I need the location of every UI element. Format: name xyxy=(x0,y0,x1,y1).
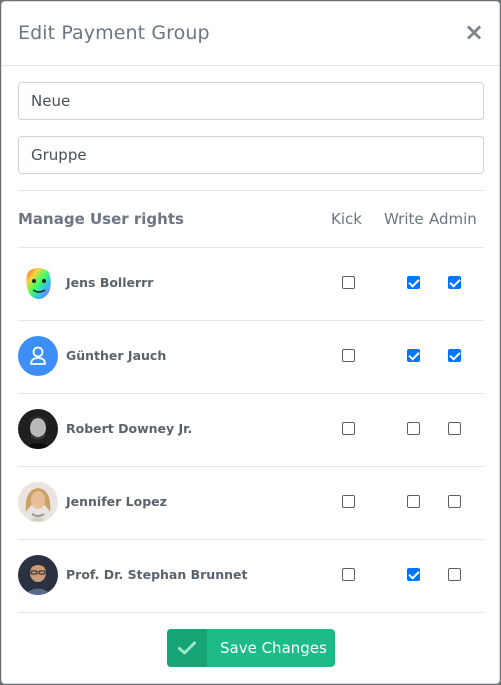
avatar xyxy=(18,263,58,303)
admin-checkbox[interactable] xyxy=(448,349,461,362)
default-user-icon xyxy=(18,336,58,376)
avatar xyxy=(18,482,58,522)
user-name: Robert Downey Jr. xyxy=(66,421,193,436)
close-button[interactable]: × xyxy=(463,18,485,46)
write-checkbox[interactable] xyxy=(407,422,420,435)
user-row-robert-downey-jr: Robert Downey Jr. xyxy=(18,393,484,466)
save-changes-button[interactable]: Save Changes xyxy=(167,629,335,667)
user-row-jens-bollerrr: Jens Bollerrr xyxy=(18,247,484,320)
write-checkbox[interactable] xyxy=(407,349,420,362)
write-column-header: Write xyxy=(384,210,424,228)
save-button-label: Save Changes xyxy=(220,639,327,657)
user-name: Jennifer Lopez xyxy=(66,494,167,509)
kick-checkbox[interactable] xyxy=(342,495,355,508)
kick-checkbox[interactable] xyxy=(342,276,355,289)
avatar xyxy=(18,555,58,595)
kick-checkbox[interactable] xyxy=(342,349,355,362)
modal-title: Edit Payment Group xyxy=(18,22,210,44)
edit-payment-group-modal: Edit Payment Group × Manage User rights … xyxy=(1,1,500,684)
write-checkbox[interactable] xyxy=(407,276,420,289)
kick-checkbox[interactable] xyxy=(342,422,355,435)
group-name-input[interactable] xyxy=(18,82,484,120)
user-name: Prof. Dr. Stephan Brunnet xyxy=(66,567,248,582)
admin-checkbox[interactable] xyxy=(448,568,461,581)
user-row-jennifer-lopez: Jennifer Lopez xyxy=(18,466,484,539)
write-checkbox[interactable] xyxy=(407,568,420,581)
kick-column-header: Kick xyxy=(331,210,362,228)
avatar xyxy=(18,409,58,449)
admin-checkbox[interactable] xyxy=(448,495,461,508)
user-name: Jens Bollerrr xyxy=(66,275,154,290)
group-description-input[interactable] xyxy=(18,136,484,174)
modal-header: Edit Payment Group × xyxy=(2,2,499,66)
user-row-guenther-jauch: Günther Jauch xyxy=(18,320,484,393)
rights-header-row: Manage User rights Kick Write Admin xyxy=(18,209,484,231)
kick-checkbox[interactable] xyxy=(342,568,355,581)
user-row-stephan-brunnet: Prof. Dr. Stephan Brunnet xyxy=(18,539,484,612)
admin-checkbox[interactable] xyxy=(448,422,461,435)
divider xyxy=(18,190,484,191)
user-name: Günther Jauch xyxy=(66,348,167,363)
write-checkbox[interactable] xyxy=(407,495,420,508)
admin-checkbox[interactable] xyxy=(448,276,461,289)
admin-column-header: Admin xyxy=(429,210,477,228)
divider xyxy=(18,612,484,613)
check-icon xyxy=(167,629,207,667)
rights-section-title: Manage User rights xyxy=(18,210,184,228)
